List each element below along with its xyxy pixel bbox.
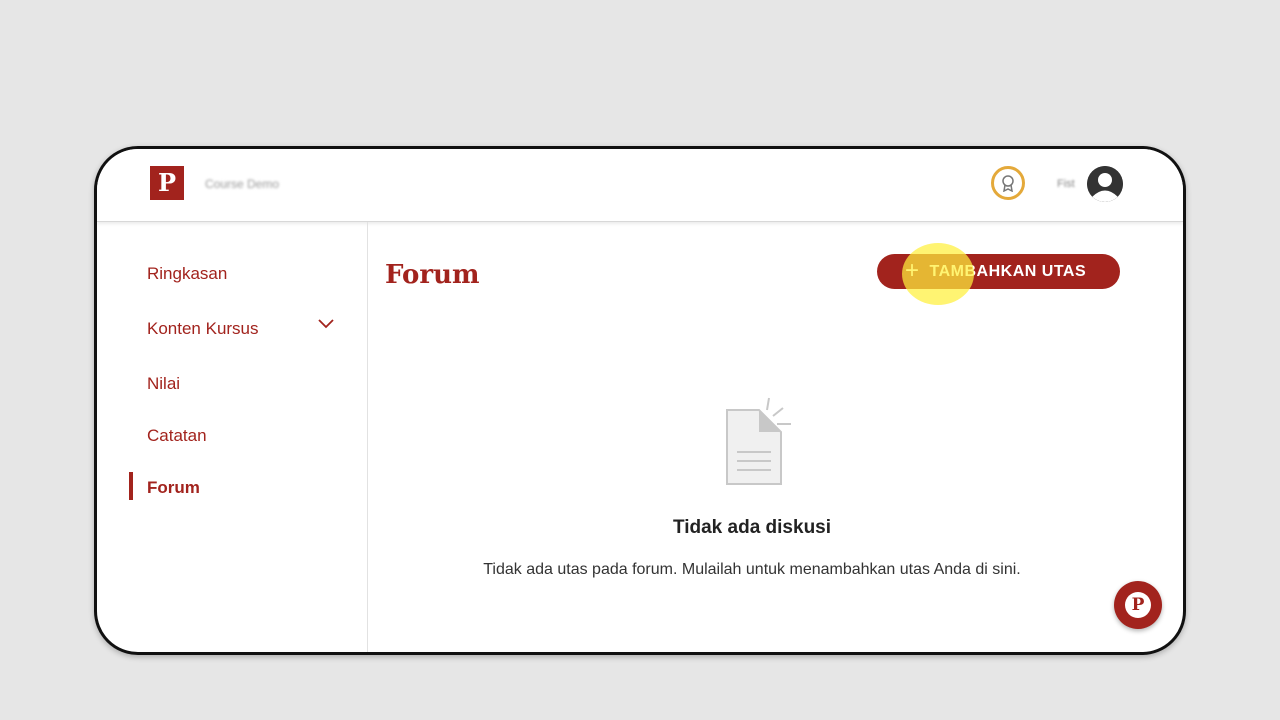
empty-document-icon: [726, 397, 791, 485]
app-window: P Course Demo Fist Ringkasan Konten Kurs…: [94, 146, 1186, 655]
course-name: Course Demo: [205, 177, 280, 191]
empty-state-description: Tidak ada utas pada forum. Mulailah untu…: [483, 561, 1021, 578]
sidebar-item-konten-kursus[interactable]: Konten Kursus: [147, 319, 259, 339]
add-thread-button[interactable]: + TAMBAHKAN UTAS: [877, 254, 1120, 289]
sidebar-item-catatan[interactable]: Catatan: [147, 426, 207, 446]
sidebar-item-ringkasan[interactable]: Ringkasan: [147, 264, 227, 284]
help-button[interactable]: P: [1114, 581, 1162, 629]
avatar[interactable]: [1087, 166, 1123, 202]
sidebar: Ringkasan Konten Kursus Nilai Catatan Fo…: [97, 222, 368, 652]
empty-state-title: Tidak ada diskusi: [672, 517, 832, 538]
sidebar-item-nilai[interactable]: Nilai: [147, 374, 180, 394]
plus-icon: +: [905, 256, 920, 284]
page-title: Forum: [385, 260, 480, 290]
add-thread-label: TAMBAHKAN UTAS: [929, 262, 1087, 280]
achievement-badge-icon[interactable]: [991, 166, 1025, 200]
sidebar-item-forum[interactable]: Forum: [147, 478, 200, 498]
top-bar: P Course Demo Fist: [97, 149, 1183, 222]
chevron-down-icon[interactable]: [317, 318, 335, 330]
user-name[interactable]: Fist: [1057, 178, 1075, 190]
help-icon: P: [1125, 592, 1151, 618]
brand-logo[interactable]: P: [150, 166, 184, 200]
active-indicator: [129, 472, 133, 500]
